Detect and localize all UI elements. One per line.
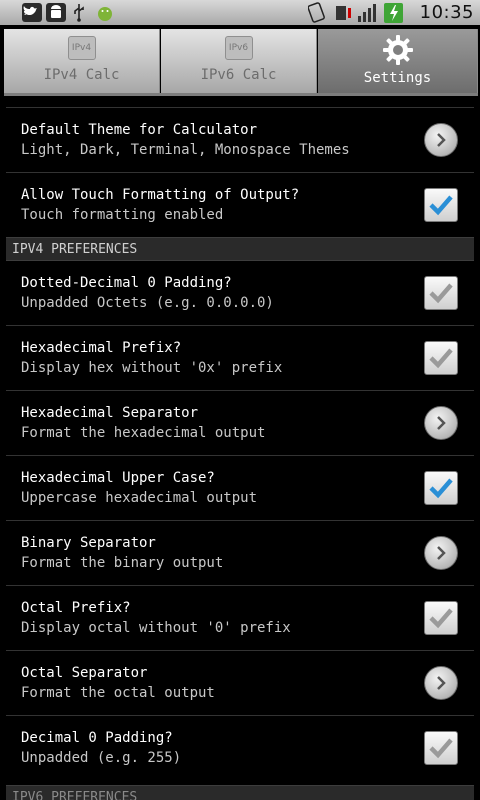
tab-label: Settings (363, 70, 432, 86)
pref-octal-prefix[interactable]: Octal Prefix? Display octal without '0' … (0, 586, 480, 650)
preferences-list[interactable]: Default Theme for Calculator Light, Dark… (0, 100, 480, 800)
pref-summary: Display octal without '0' prefix (21, 620, 291, 636)
category-label: IPV6 PREFERENCES (12, 790, 138, 800)
pref-binary-separator[interactable]: Binary Separator Format the binary outpu… (0, 521, 480, 585)
pref-title: Default Theme for Calculator (21, 122, 258, 138)
chevron-right-icon (424, 536, 458, 570)
clock: 10:35 (419, 2, 474, 23)
checkbox-unchecked[interactable] (424, 601, 458, 635)
pref-summary: Light, Dark, Terminal, Monospace Themes (21, 142, 350, 158)
pref-title: Hexadecimal Prefix? (21, 340, 182, 356)
pref-title: Allow Touch Formatting of Output? (21, 187, 300, 203)
pref-summary: Format the octal output (21, 685, 215, 701)
category-label: IPV4 PREFERENCES (12, 242, 138, 257)
tab-underline (4, 93, 478, 96)
tab-settings[interactable]: Settings (318, 29, 478, 93)
pref-title: Decimal 0 Padding? (21, 730, 173, 746)
status-bar: 10:35 (0, 0, 480, 25)
pref-summary: Display hex without '0x' prefix (21, 360, 283, 376)
chevron-right-icon (424, 123, 458, 157)
checkmark-icon (429, 738, 453, 759)
pref-title: Hexadecimal Separator (21, 405, 199, 421)
pref-summary: Touch formatting enabled (21, 207, 224, 223)
pref-title: Hexadecimal Upper Case? (21, 470, 215, 486)
tab-bar: IPv4 IPv4 Calc IPv6 IPv6 Calc Settings (0, 25, 480, 100)
checkmark-icon (429, 283, 453, 304)
ipv4-icon: IPv4 (67, 36, 96, 60)
category-ipv6-preferences: IPV6 PREFERENCES (6, 785, 474, 800)
tab-ipv6-calc[interactable]: IPv6 IPv6 Calc (161, 29, 317, 93)
usb-icon (72, 3, 86, 22)
pref-hex-upper-case[interactable]: Hexadecimal Upper Case? Uppercase hexade… (0, 456, 480, 520)
pref-summary: Uppercase hexadecimal output (21, 490, 258, 506)
twitter-notification-icon (22, 3, 42, 22)
debug-droid-icon (94, 3, 116, 22)
checkmark-icon (429, 348, 453, 369)
pref-title: Octal Separator (21, 665, 148, 681)
checkmark-icon (429, 195, 453, 216)
checkmark-icon (429, 478, 453, 499)
pref-summary: Unpadded Octets (e.g. 0.0.0.0) (21, 295, 274, 311)
pref-dotted-decimal-padding[interactable]: Dotted-Decimal 0 Padding? Unpadded Octet… (0, 261, 480, 325)
pref-touch-formatting[interactable]: Allow Touch Formatting of Output? Touch … (0, 173, 480, 237)
checkbox-checked[interactable] (424, 188, 458, 222)
checkbox-unchecked[interactable] (424, 276, 458, 310)
tab-ipv4-calc[interactable]: IPv4 IPv4 Calc (4, 29, 160, 93)
tab-label: IPv4 Calc (43, 67, 120, 83)
chevron-right-icon (424, 666, 458, 700)
pref-title: Dotted-Decimal 0 Padding? (21, 275, 232, 291)
pref-octal-separator[interactable]: Octal Separator Format the octal output (0, 651, 480, 715)
pref-summary: Unpadded (e.g. 255) (21, 750, 182, 766)
chevron-right-icon (424, 406, 458, 440)
checkbox-unchecked[interactable] (424, 341, 458, 375)
pref-hex-separator[interactable]: Hexadecimal Separator Format the hexadec… (0, 391, 480, 455)
pref-summary: Format the binary output (21, 555, 224, 571)
android-notification-icon (46, 3, 66, 22)
pref-decimal-padding[interactable]: Decimal 0 Padding? Unpadded (e.g. 255) (0, 716, 480, 780)
pref-title: Binary Separator (21, 535, 156, 551)
checkbox-checked[interactable] (424, 471, 458, 505)
pref-default-theme[interactable]: Default Theme for Calculator Light, Dark… (0, 108, 480, 172)
category-ipv4-preferences: IPV4 PREFERENCES (6, 237, 474, 261)
pref-summary: Format the hexadecimal output (21, 425, 266, 441)
ipv6-icon: IPv6 (224, 36, 253, 60)
checkmark-icon (429, 608, 453, 629)
checkbox-unchecked[interactable] (424, 731, 458, 765)
tab-label: IPv6 Calc (200, 67, 277, 83)
system-status-icons (308, 2, 403, 23)
pref-title: Octal Prefix? (21, 600, 131, 616)
pref-hex-prefix[interactable]: Hexadecimal Prefix? Display hex without … (0, 326, 480, 390)
gear-icon (382, 35, 413, 65)
